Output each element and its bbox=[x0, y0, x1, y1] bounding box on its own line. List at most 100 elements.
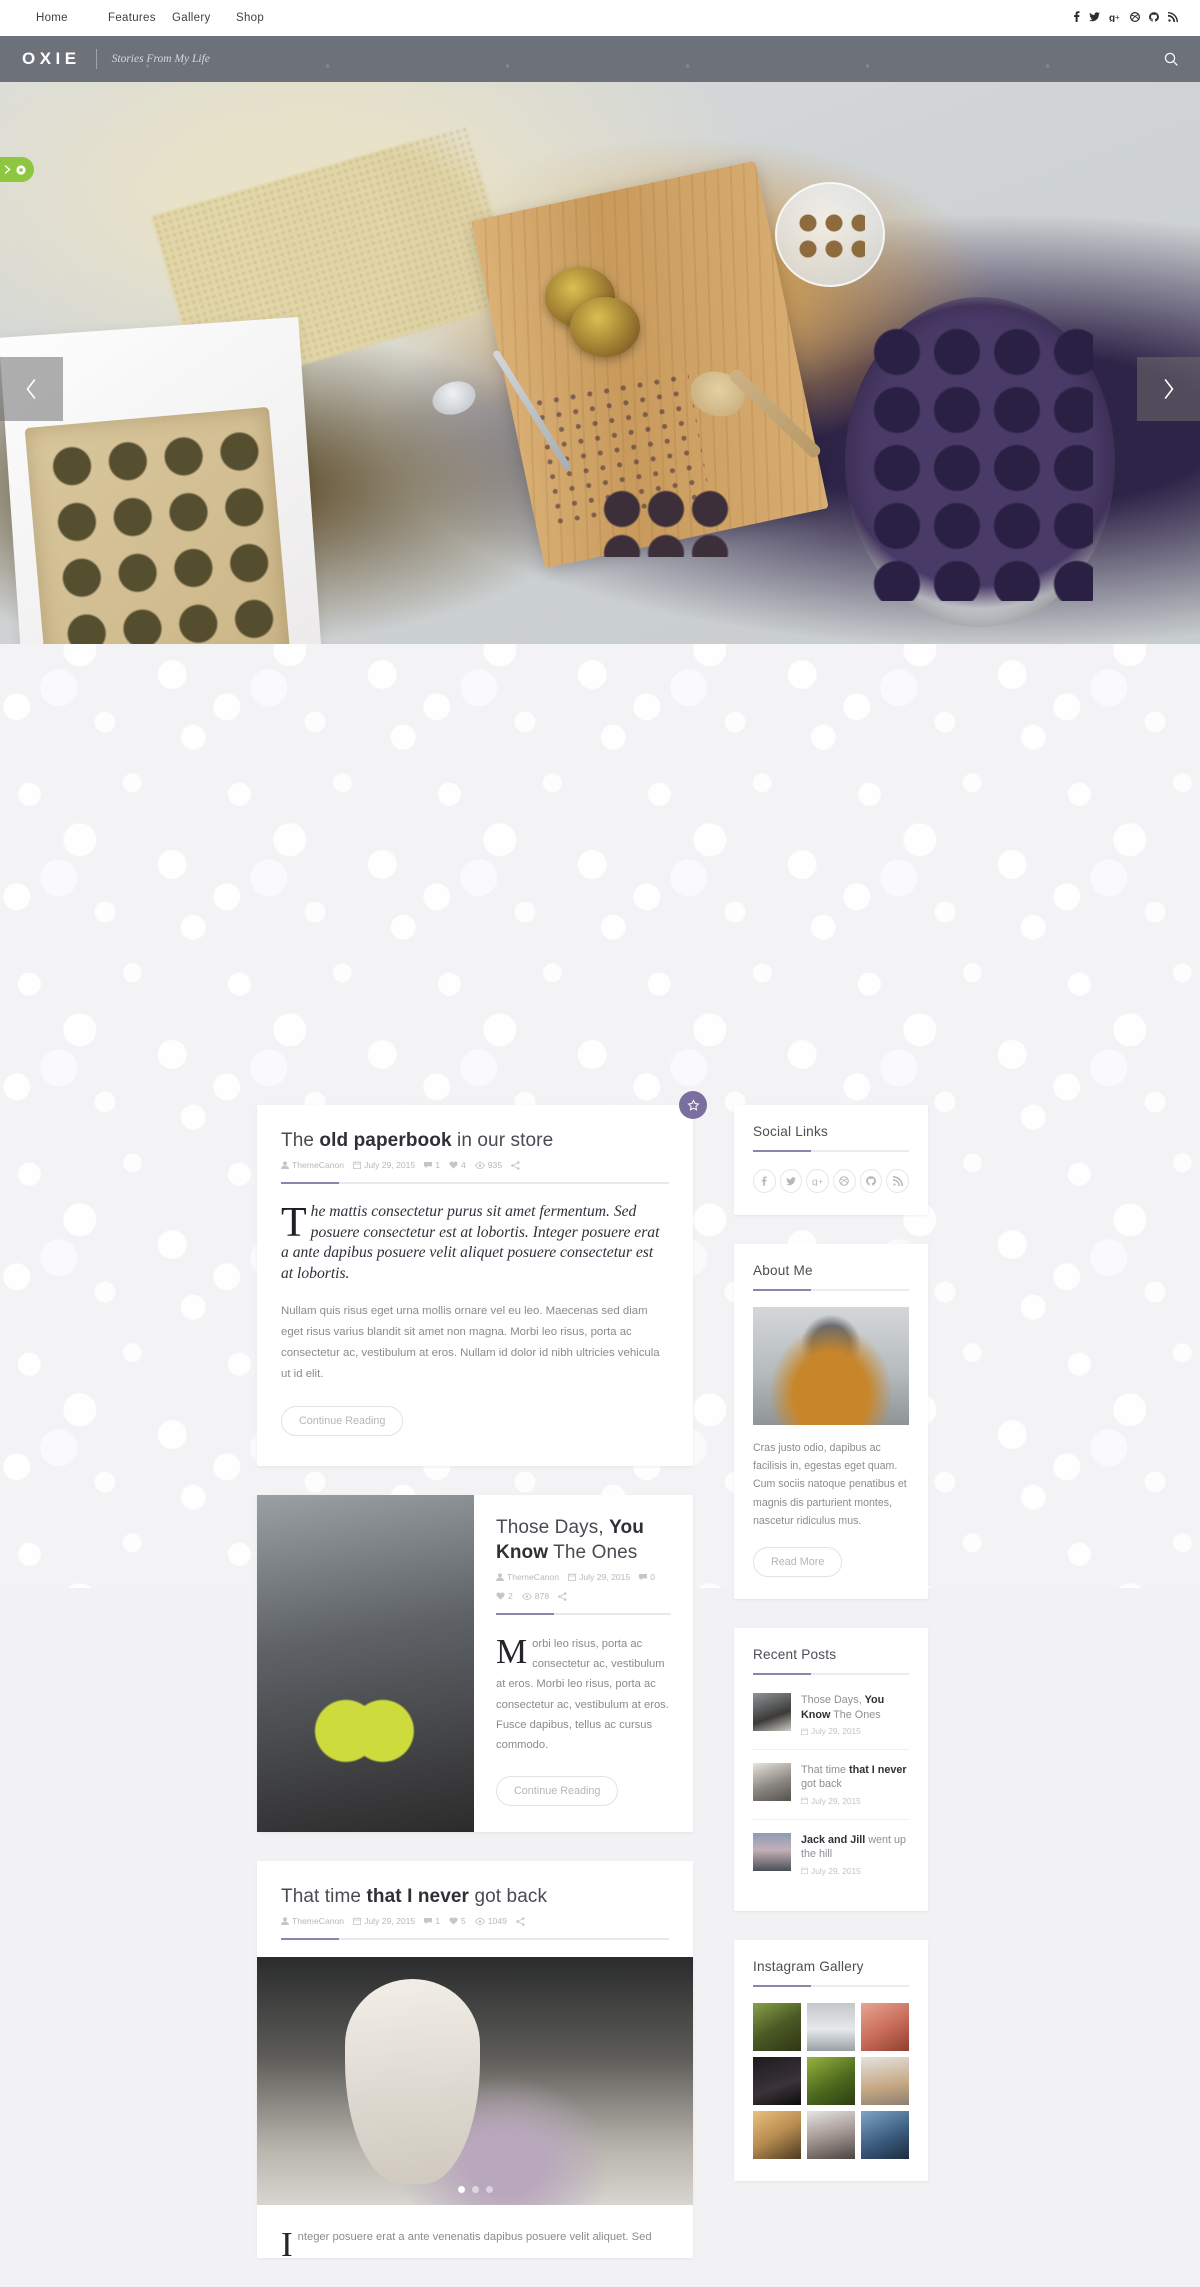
twitter-icon[interactable] bbox=[1089, 11, 1100, 25]
search-icon[interactable] bbox=[1164, 52, 1178, 66]
instagram-thumb-1[interactable] bbox=[753, 2002, 801, 2051]
nav-item-shop[interactable]: Shop bbox=[222, 12, 286, 24]
nav-item-gallery[interactable]: Gallery bbox=[158, 12, 222, 24]
continue-reading-button[interactable]: Continue Reading bbox=[281, 1406, 404, 1437]
post-comment-count[interactable]: 0 bbox=[639, 1572, 655, 1582]
hero-grape-bowl bbox=[845, 297, 1115, 627]
post-author[interactable]: ThemeCanon bbox=[281, 1916, 344, 1926]
theme-options-toggle[interactable] bbox=[0, 157, 34, 182]
post-title-part-2: The Ones bbox=[548, 1541, 638, 1563]
heart-icon bbox=[496, 1592, 505, 1600]
post-like-number: 4 bbox=[460, 1160, 466, 1171]
recent-post-item[interactable]: Those Days, You Know The Ones July 29, 2… bbox=[753, 1680, 909, 1750]
widget-divider bbox=[753, 1984, 909, 1987]
post-like-count[interactable]: 4 bbox=[449, 1160, 466, 1170]
recent-post-title-part-2: The Ones bbox=[830, 1708, 881, 1721]
instagram-thumb-4[interactable] bbox=[753, 2056, 801, 2105]
post-meta: ThemeCanon July 29, 2015 1 5 1049 bbox=[281, 1916, 669, 1926]
recent-post-title-part-1: Those Days, bbox=[801, 1694, 865, 1707]
share-icon[interactable] bbox=[516, 1917, 525, 1926]
post-thumbnail-image[interactable] bbox=[257, 1495, 474, 1832]
slider-dot-2[interactable] bbox=[471, 2186, 479, 2194]
widget-title: Social Links bbox=[753, 1124, 828, 1139]
recent-post-date: July 29, 2015 bbox=[801, 1796, 909, 1806]
logo-divider bbox=[95, 49, 97, 69]
hero-dried-berries bbox=[600, 487, 730, 557]
widget-social-links: Social Links g + bbox=[734, 1105, 928, 1215]
share-icon[interactable] bbox=[558, 1591, 567, 1601]
read-more-button[interactable]: Read More bbox=[753, 1547, 843, 1578]
instagram-thumb-6[interactable] bbox=[861, 2056, 909, 2105]
post-comment-number: 0 bbox=[650, 1572, 655, 1583]
dribbble-icon[interactable] bbox=[1129, 11, 1141, 25]
recent-post-date: July 29, 2015 bbox=[801, 1866, 909, 1876]
continue-reading-button[interactable]: Continue Reading bbox=[496, 1776, 619, 1806]
github-icon[interactable] bbox=[859, 1169, 883, 1193]
user-icon bbox=[281, 1161, 289, 1170]
post-comment-count[interactable]: 1 bbox=[424, 1160, 440, 1170]
hero-next-arrow-icon[interactable] bbox=[1137, 357, 1200, 421]
post-title[interactable]: Those Days, You Know The Ones bbox=[496, 1516, 671, 1565]
post-author[interactable]: ThemeCanon bbox=[496, 1572, 559, 1582]
nav-item-features[interactable]: Features bbox=[94, 12, 158, 24]
share-icon[interactable] bbox=[511, 1161, 520, 1170]
recent-post-title-highlight: that I never bbox=[849, 1764, 907, 1776]
hero-prev-arrow-icon[interactable] bbox=[0, 357, 63, 421]
about-me-photo bbox=[753, 1307, 909, 1425]
nav-item-home[interactable]: Home bbox=[22, 12, 94, 24]
instagram-thumb-2[interactable] bbox=[807, 2002, 855, 2051]
calendar-icon bbox=[353, 1917, 362, 1926]
post-author[interactable]: ThemeCanon bbox=[281, 1160, 344, 1170]
instagram-thumb-7[interactable] bbox=[753, 2110, 801, 2159]
instagram-thumb-3[interactable] bbox=[861, 2002, 909, 2051]
post-view-number: 1049 bbox=[487, 1916, 507, 1927]
post-like-count[interactable]: 2 bbox=[496, 1591, 513, 1601]
rss-icon[interactable] bbox=[886, 1169, 910, 1193]
hero-metal-spoon bbox=[428, 375, 480, 421]
dribbble-icon[interactable] bbox=[833, 1169, 856, 1193]
about-me-text: Cras justo odio, dapibus ac facilisis in… bbox=[753, 1442, 907, 1527]
recent-post-item[interactable]: That time that I never got back July 29,… bbox=[753, 1750, 909, 1820]
post-meta: ThemeCanon July 29, 2015 0 2 878 bbox=[496, 1572, 671, 1601]
post-dropcap: M bbox=[496, 1632, 528, 1672]
sidebar: Social Links g + About Me Cras justo odio… bbox=[734, 1105, 928, 2210]
post-dropcap: I bbox=[281, 2225, 293, 2265]
post-like-count[interactable]: 5 bbox=[449, 1916, 466, 1926]
post-date-text: July 29, 2015 bbox=[364, 1160, 416, 1171]
instagram-grid bbox=[753, 2002, 909, 2159]
recent-post-item[interactable]: Jack and Jill went up the hill July 29, … bbox=[753, 1820, 909, 1889]
post-comment-number: 1 bbox=[435, 1916, 440, 1927]
post-date-text: July 29, 2015 bbox=[579, 1572, 631, 1583]
post-title-part-2: got back bbox=[469, 1886, 548, 1907]
widget-recent-posts: Recent Posts Those Days, You Know The On… bbox=[734, 1628, 928, 1911]
post-title[interactable]: That time that I never got back bbox=[281, 1885, 669, 1909]
post-comment-count[interactable]: 1 bbox=[424, 1916, 440, 1926]
facebook-icon[interactable] bbox=[1073, 11, 1080, 25]
gear-icon bbox=[16, 164, 26, 175]
eye-icon bbox=[521, 1592, 532, 1600]
rss-icon[interactable] bbox=[1168, 11, 1178, 25]
post-body-copy: nteger posuere erat a ante venenatis dap… bbox=[297, 2231, 652, 2244]
calendar-icon bbox=[801, 1868, 808, 1875]
instagram-thumb-5[interactable] bbox=[807, 2056, 855, 2105]
instagram-thumb-9[interactable] bbox=[861, 2110, 909, 2159]
slider-dot-3[interactable] bbox=[485, 2186, 493, 2194]
twitter-icon[interactable] bbox=[779, 1169, 803, 1193]
comment-icon bbox=[424, 1162, 433, 1169]
slider-dot-1[interactable] bbox=[457, 2186, 465, 2194]
recent-post-title: That time that I never got back bbox=[801, 1763, 909, 1792]
post-image-slider[interactable] bbox=[257, 1957, 693, 2206]
widget-title: About Me bbox=[753, 1263, 813, 1278]
facebook-icon[interactable] bbox=[753, 1169, 776, 1193]
google-plus-icon[interactable]: g + bbox=[1109, 12, 1121, 25]
title-divider bbox=[281, 1182, 669, 1185]
github-icon[interactable] bbox=[1149, 11, 1159, 25]
instagram-thumb-8[interactable] bbox=[807, 2110, 855, 2159]
post-view-count: 1049 bbox=[474, 1916, 507, 1927]
google-plus-icon[interactable]: g + bbox=[806, 1169, 830, 1193]
user-icon bbox=[496, 1573, 504, 1582]
post-title-part-1: Those Days, bbox=[496, 1517, 610, 1539]
site-logo[interactable]: OXIE bbox=[22, 49, 81, 69]
post-title[interactable]: The old paperbook in our store bbox=[281, 1129, 669, 1153]
heart-icon bbox=[449, 1917, 458, 1925]
